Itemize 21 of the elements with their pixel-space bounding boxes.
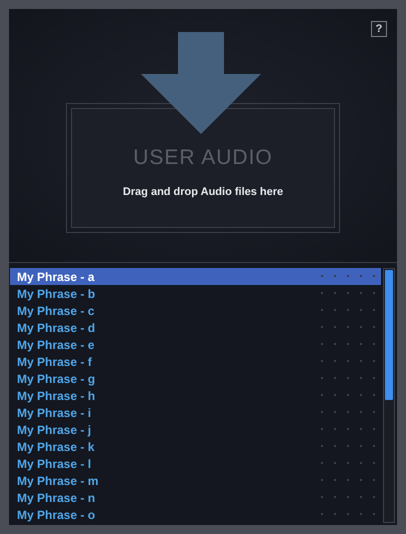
down-arrow-icon [141, 32, 261, 134]
phrase-item[interactable]: My Phrase - a [10, 268, 381, 285]
phrase-item[interactable]: My Phrase - h [10, 387, 381, 404]
scrollbar[interactable] [383, 268, 395, 523]
phrase-item[interactable]: My Phrase - i [10, 404, 381, 421]
drop-zone-title: USER AUDIO [133, 146, 273, 170]
phrase-item[interactable]: My Phrase - f [10, 353, 381, 370]
phrase-item[interactable]: My Phrase - c [10, 302, 381, 319]
phrase-item[interactable]: My Phrase - g [10, 370, 381, 387]
phrase-item[interactable]: My Phrase - l [10, 455, 381, 472]
phrase-item[interactable]: My Phrase - k [10, 438, 381, 455]
phrase-item[interactable]: My Phrase - n [10, 489, 381, 506]
phrase-item[interactable]: My Phrase - e [10, 336, 381, 353]
phrase-item[interactable]: My Phrase - m [10, 472, 381, 489]
phrase-item[interactable]: My Phrase - o [10, 506, 381, 523]
drop-zone[interactable]: USER AUDIO Drag and drop Audio files here [71, 108, 335, 228]
phrase-item[interactable]: My Phrase - b [10, 285, 381, 302]
phrase-item[interactable]: My Phrase - j [10, 421, 381, 438]
help-button[interactable]: ? [371, 21, 387, 37]
phrase-item[interactable]: My Phrase - d [10, 319, 381, 336]
drop-hint: Drag and drop Audio files here [122, 186, 284, 198]
